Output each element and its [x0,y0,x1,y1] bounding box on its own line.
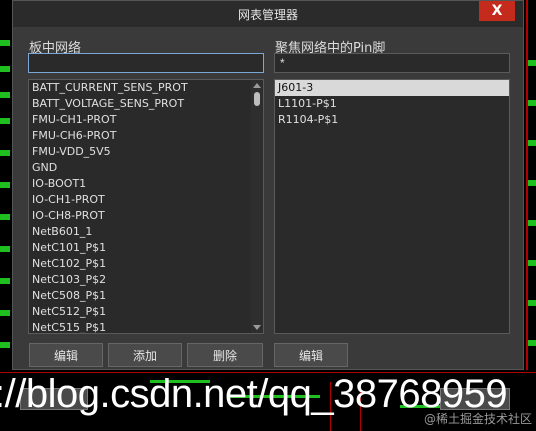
delete-net-button[interactable]: 删除 [187,343,263,367]
list-item[interactable]: NetC101_P$1 [29,240,263,256]
close-icon: X [491,3,503,19]
scroll-up-icon[interactable] [253,83,261,88]
list-item[interactable]: R1104-P$1 [275,112,509,128]
edit-pin-button[interactable]: 编辑 [274,343,348,367]
list-item[interactable]: L1101-P$1 [275,96,509,112]
scroll-down-icon[interactable] [253,325,261,330]
board-nets-list[interactable]: BATT_CURRENT_SENS_PROT BATT_VOLTAGE_SENS_… [28,79,264,334]
list-item[interactable]: IO-BOOT1 [29,176,263,192]
list-item[interactable]: GND [29,160,263,176]
list-item[interactable]: NetC508_P$1 [29,288,263,304]
board-nets-items: BATT_CURRENT_SENS_PROT BATT_VOLTAGE_SENS_… [29,80,263,333]
board-nets-filter-input[interactable] [28,53,264,73]
list-item[interactable]: J601-3 [275,80,509,96]
list-item[interactable]: IO-CH1-PROT [29,192,263,208]
list-item[interactable]: NetC512_P$1 [29,304,263,320]
netlist-manager-dialog: 网表管理器 X 板中网络 BATT_CURRENT_SENS_PROT BATT_… [12,0,524,370]
window-title: 网表管理器 [237,7,298,22]
pins-items: J601-3 L1101-P$1 R1104-P$1 [275,80,509,128]
list-item[interactable]: IO-CH8-PROT [29,208,263,224]
list-item[interactable]: NetC102_P$1 [29,256,263,272]
list-item[interactable]: BATT_VOLTAGE_SENS_PROT [29,96,263,112]
scroll-thumb[interactable] [254,92,260,106]
list-item[interactable]: BATT_CURRENT_SENS_PROT [29,80,263,96]
list-item[interactable]: FMU-VDD_5V5 [29,144,263,160]
list-item[interactable]: NetC515_P$1 [29,320,263,333]
list-item[interactable]: FMU-CH6-PROT [29,128,263,144]
list-item[interactable]: NetB601_1 [29,224,263,240]
pins-list[interactable]: J601-3 L1101-P$1 R1104-P$1 [274,79,510,334]
add-net-button[interactable]: 添加 [108,343,182,367]
board-nets-scrollbar[interactable] [251,80,263,333]
title-bar: 网表管理器 X [13,1,523,27]
watermark-secondary: @稀土掘金技术社区 [423,412,532,426]
list-item[interactable]: FMU-CH1-PROT [29,112,263,128]
edit-net-button[interactable]: 编辑 [29,343,103,367]
list-item[interactable]: NetC103_P$2 [29,272,263,288]
close-button[interactable]: X [479,1,515,21]
pins-filter-input[interactable] [274,53,510,73]
